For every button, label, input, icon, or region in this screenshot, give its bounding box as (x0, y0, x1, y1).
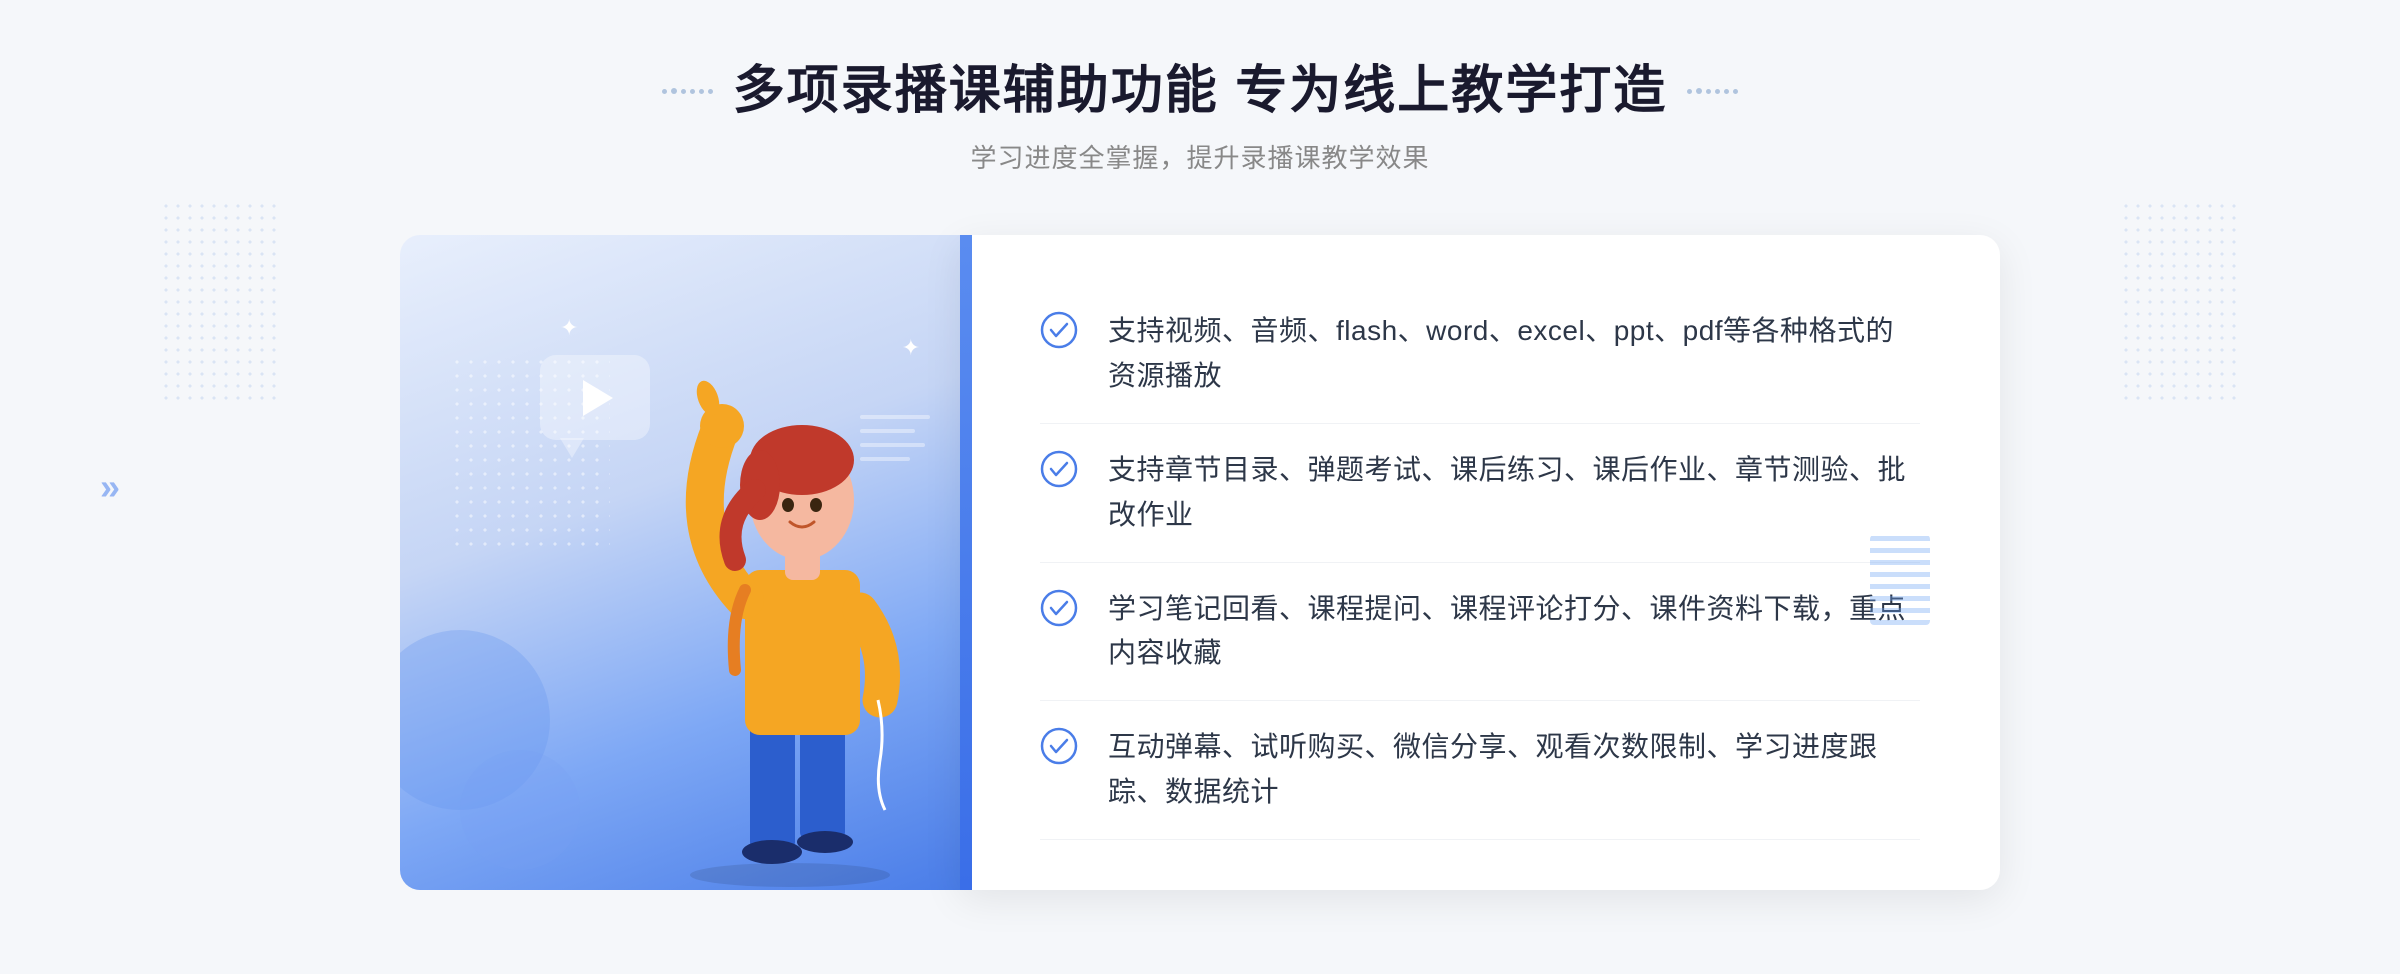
stripe-decoration (1870, 535, 1930, 625)
bg-dots-left (160, 200, 280, 400)
page-title: 多项录播课辅助功能 专为线上教学打造 (733, 60, 1667, 122)
illustration-panel: ✦ ✦ (400, 235, 960, 889)
page-container: » 多项录播课辅助功能 专为线上教学打造 学习进度全掌握，提升录播课教学效果 ✦ (0, 0, 2400, 974)
left-nav-arrows[interactable]: » (100, 469, 120, 505)
header-decorators: 多项录播课辅助功能 专为线上教学打造 (662, 60, 1738, 122)
decorator-right (1687, 88, 1738, 94)
sparkle-icon-1: ✦ (560, 315, 578, 341)
feature-item-4: 互动弹幕、试听购买、微信分享、观看次数限制、学习进度跟踪、数据统计 (1040, 701, 1920, 840)
illus-circle-2 (460, 750, 580, 870)
header-section: 多项录播课辅助功能 专为线上教学打造 学习进度全掌握，提升录播课教学效果 (662, 60, 1738, 175)
feature-text-4: 互动弹幕、试听购买、微信分享、观看次数限制、学习进度跟踪、数据统计 (1108, 725, 1920, 815)
bg-dots-right (2120, 200, 2240, 400)
check-icon-2 (1040, 450, 1078, 488)
features-panel: 支持视频、音频、flash、word、excel、ppt、pdf等各种格式的资源… (960, 235, 2000, 889)
feature-text-3: 学习笔记回看、课程提问、课程评论打分、课件资料下载，重点内容收藏 (1108, 587, 1920, 677)
person-illustration (600, 330, 960, 890)
feature-text-2: 支持章节目录、弹题考试、课后练习、课后作业、章节测验、批改作业 (1108, 448, 1920, 538)
feature-item-2: 支持章节目录、弹题考试、课后练习、课后作业、章节测验、批改作业 (1040, 424, 1920, 563)
decorator-left (662, 88, 713, 94)
chevron-left-icon: » (100, 469, 120, 505)
feature-item-1: 支持视频、音频、flash、word、excel、ppt、pdf等各种格式的资源… (1040, 285, 1920, 424)
check-icon-1 (1040, 311, 1078, 349)
content-area: ✦ ✦ (400, 235, 2000, 889)
check-icon-4 (1040, 727, 1078, 765)
check-icon-3 (1040, 589, 1078, 627)
page-subtitle: 学习进度全掌握，提升录播课教学效果 (662, 138, 1738, 175)
feature-text-1: 支持视频、音频、flash、word、excel、ppt、pdf等各种格式的资源… (1108, 309, 1920, 399)
feature-item-3: 学习笔记回看、课程提问、课程评论打分、课件资料下载，重点内容收藏 (1040, 563, 1920, 702)
blue-strip (960, 235, 972, 889)
